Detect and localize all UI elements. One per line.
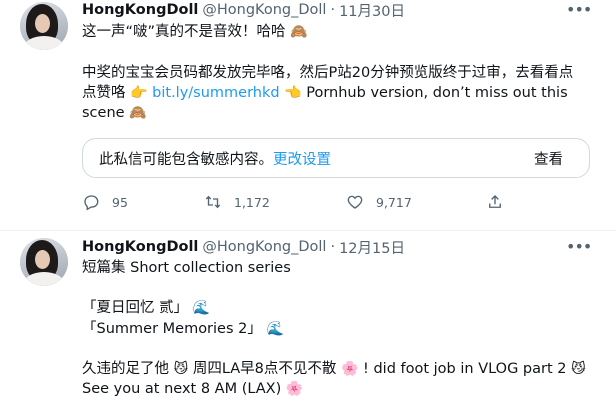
tweet-actions: 95 1,172 9,717 bbox=[82, 192, 582, 212]
tweet-text-line: See you at next 8 AM (LAX) 🌸 bbox=[82, 379, 303, 399]
avatar[interactable] bbox=[20, 238, 68, 286]
hand-pointing-right-icon: 👉 bbox=[130, 85, 148, 101]
water-wave-icon: 🌊 bbox=[266, 321, 284, 337]
tweet-text-line: 久违的足了他 😼 周四LA早8点不见不散 🌸 ! did foot job in… bbox=[82, 359, 586, 379]
tweet-text: 「Summer Memories 2」 bbox=[82, 321, 262, 337]
tweet-text: 久违的足了他 bbox=[82, 361, 169, 377]
sensitive-content-warning: 此私信可能包含敏感内容。更改设置 查看 bbox=[82, 138, 590, 178]
tweet-text: ! did foot job in VLOG part 2 bbox=[363, 361, 567, 377]
hand-pointing-left-icon: 👈 bbox=[284, 85, 302, 101]
more-options-icon[interactable]: ••• bbox=[566, 237, 592, 257]
more-options-icon[interactable]: ••• bbox=[566, 0, 592, 20]
tweet-date[interactable]: 12月15日 bbox=[339, 237, 405, 258]
tweet-text-line: 中奖的宝宝会员码都发放完毕咯，然后P站20分钟预览版终于过审，去看看点 bbox=[82, 65, 574, 81]
share-icon bbox=[489, 195, 501, 208]
reply-button[interactable]: 95 bbox=[82, 192, 128, 212]
see-no-evil-monkey-icon: 🙈 bbox=[129, 105, 147, 121]
tweet-link[interactable]: bit.ly/summerhkd bbox=[152, 85, 279, 101]
cherry-blossom-icon: 🌸 bbox=[285, 381, 304, 397]
see-no-evil-monkey-icon: 🙈 bbox=[290, 24, 308, 40]
tweet-text: Pornhub version, don’t miss out this bbox=[306, 85, 568, 101]
smirking-cat-icon: 😼 bbox=[173, 361, 189, 377]
tweet-text-line: 短篇集 Short collection series bbox=[82, 260, 291, 276]
tweet-text: 「夏日回忆 贰」 bbox=[82, 300, 189, 316]
author-name[interactable]: HongKongDoll bbox=[82, 2, 198, 18]
like-count: 9,717 bbox=[376, 194, 412, 210]
author-handle[interactable]: @HongKong_Doll bbox=[202, 239, 326, 255]
tweet-text-line: 「夏日回忆 贰」 🌊 bbox=[82, 298, 210, 318]
retweet-button[interactable]: 1,172 bbox=[204, 192, 270, 212]
tweet-text-line: 这一声“啵”真的不是音效！哈哈 🙈 bbox=[82, 22, 308, 42]
change-settings-link[interactable]: 更改设置 bbox=[273, 152, 331, 168]
smirking-cat-icon: 😼 bbox=[571, 361, 586, 377]
tweet-text-line: 点赞咯 👉 bit.ly/summerhkd 👈 Pornhub version… bbox=[82, 83, 568, 103]
tweet-text: See you at next 8 AM (LAX) bbox=[82, 381, 282, 397]
separator-dot: · bbox=[330, 2, 336, 18]
tweet-text: 周四LA早8点不见不散 bbox=[192, 361, 337, 377]
tweet-text-line: scene 🙈 bbox=[82, 103, 147, 123]
tweet-header: HongKongDoll @HongKong_Doll · 12月15日 bbox=[82, 237, 405, 257]
separator-dot: · bbox=[330, 239, 336, 255]
tweet-header: HongKongDoll @HongKong_Doll · 11月30日 bbox=[82, 0, 405, 20]
retweet-count: 1,172 bbox=[234, 194, 270, 210]
share-button[interactable] bbox=[486, 192, 516, 212]
retweet-icon bbox=[205, 195, 221, 209]
tweet-text: scene bbox=[82, 105, 125, 121]
tweet-text: 这一声“啵”真的不是音效！哈哈 bbox=[82, 24, 286, 40]
tweet-date[interactable]: 11月30日 bbox=[339, 0, 405, 21]
warning-text: 此私信可能包含敏感内容。 bbox=[99, 152, 273, 168]
author-handle[interactable]: @HongKong_Doll bbox=[202, 2, 326, 18]
like-button[interactable]: 9,717 bbox=[346, 192, 412, 212]
water-wave-icon: 🌊 bbox=[192, 300, 211, 316]
reply-count: 95 bbox=[112, 194, 128, 210]
warning-text-row: 此私信可能包含敏感内容。更改设置 bbox=[99, 148, 331, 169]
cherry-blossom-icon: 🌸 bbox=[341, 361, 359, 377]
tweet-text: 点赞咯 bbox=[82, 85, 126, 101]
tweet-1[interactable]: HongKongDoll @HongKong_Doll · 11月30日 •••… bbox=[0, 0, 616, 230]
heart-icon bbox=[347, 195, 363, 209]
author-name[interactable]: HongKongDoll bbox=[82, 239, 198, 255]
avatar[interactable] bbox=[20, 2, 68, 50]
tweet-2[interactable]: HongKongDoll @HongKong_Doll · 12月15日 •••… bbox=[0, 231, 616, 400]
view-button[interactable]: 查看 bbox=[534, 148, 563, 169]
reply-icon bbox=[84, 195, 99, 211]
tweet-text-line: 「Summer Memories 2」 🌊 bbox=[82, 319, 284, 339]
